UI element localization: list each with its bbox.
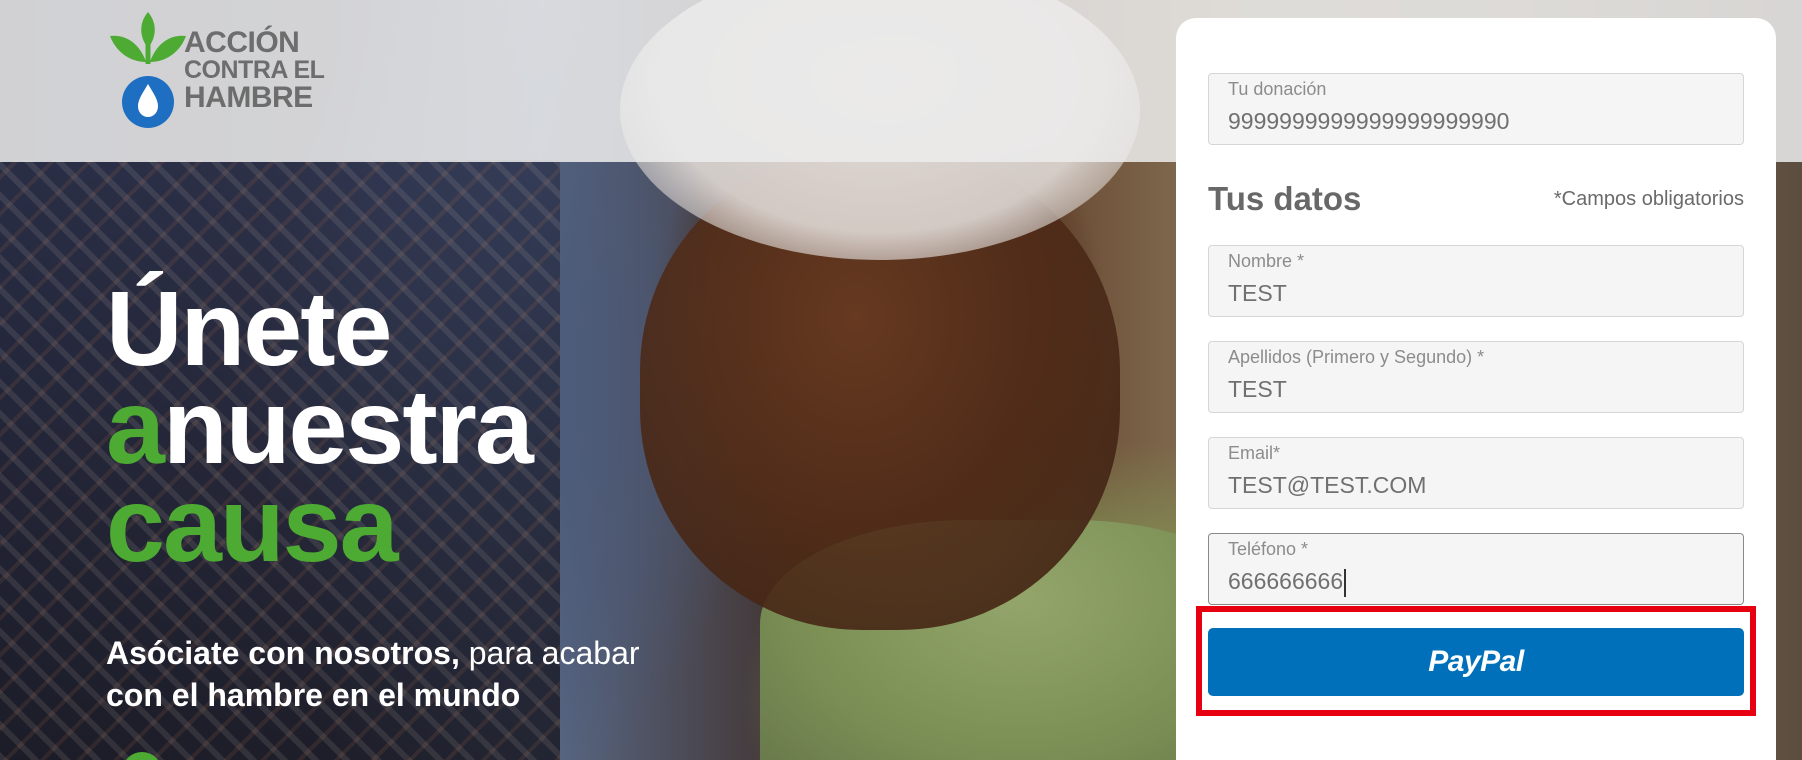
last-names-field[interactable]: Apellidos (Primero y Segundo) * TEST xyxy=(1208,341,1744,413)
headline-line-2: anuestra xyxy=(106,374,534,480)
logo-line-2: CONTRA EL xyxy=(184,56,325,84)
donation-form-card: Tu donación 9999999999999999999990 Tus d… xyxy=(1176,18,1776,760)
donation-amount-value: 9999999999999999999990 xyxy=(1228,108,1510,134)
logo-line-1: ACCIÓN xyxy=(184,26,300,59)
logo-line-3: HAMBRE xyxy=(184,81,313,114)
email-label: Email* xyxy=(1228,443,1281,463)
logo-wordmark: ACCIÓN CONTRA EL HAMBRE xyxy=(184,26,325,114)
phone-field[interactable]: Teléfono * 666666666 xyxy=(1208,533,1744,605)
first-name-value: TEST xyxy=(1228,280,1287,306)
donation-amount-label: Tu donación xyxy=(1228,79,1327,99)
paypal-label: PayPal xyxy=(1428,645,1524,678)
logo-mark-icon xyxy=(110,12,186,128)
accion-contra-el-hambre-logo[interactable]: ACCIÓN CONTRA EL HAMBRE xyxy=(108,4,338,134)
required-fields-note: *Campos obligatorios xyxy=(1553,188,1744,210)
subline-regular: para acabar xyxy=(468,635,640,671)
subline-bold-2: con el hambre en el mundo xyxy=(106,677,521,713)
last-names-value: TEST xyxy=(1228,376,1287,402)
subline-bold: Asóciate con nosotros, xyxy=(106,635,460,671)
hero-headline: Únete anuestra causa xyxy=(106,270,534,584)
first-name-field[interactable]: Nombre * TEST xyxy=(1208,245,1744,317)
phone-value: 666666666 xyxy=(1228,568,1344,594)
last-names-label: Apellidos (Primero y Segundo) * xyxy=(1228,347,1485,367)
first-name-label: Nombre * xyxy=(1228,251,1305,271)
donation-amount-field[interactable]: Tu donación 9999999999999999999990 xyxy=(1208,73,1744,145)
hero-subline: Asóciate con nosotros, para acabar con e… xyxy=(106,632,666,716)
paypal-button[interactable]: PayPal xyxy=(1208,628,1744,696)
headline-line-3: causa xyxy=(106,466,399,584)
phone-value-wrap: 666666666 xyxy=(1228,568,1347,597)
text-caret xyxy=(1344,568,1347,597)
section-title: Tus datos xyxy=(1208,180,1362,217)
email-field[interactable]: Email* TEST@TEST.COM xyxy=(1208,437,1744,509)
email-value: TEST@TEST.COM xyxy=(1228,472,1427,498)
headline-line-1: Únete xyxy=(106,270,393,388)
phone-label: Teléfono * xyxy=(1228,539,1309,559)
